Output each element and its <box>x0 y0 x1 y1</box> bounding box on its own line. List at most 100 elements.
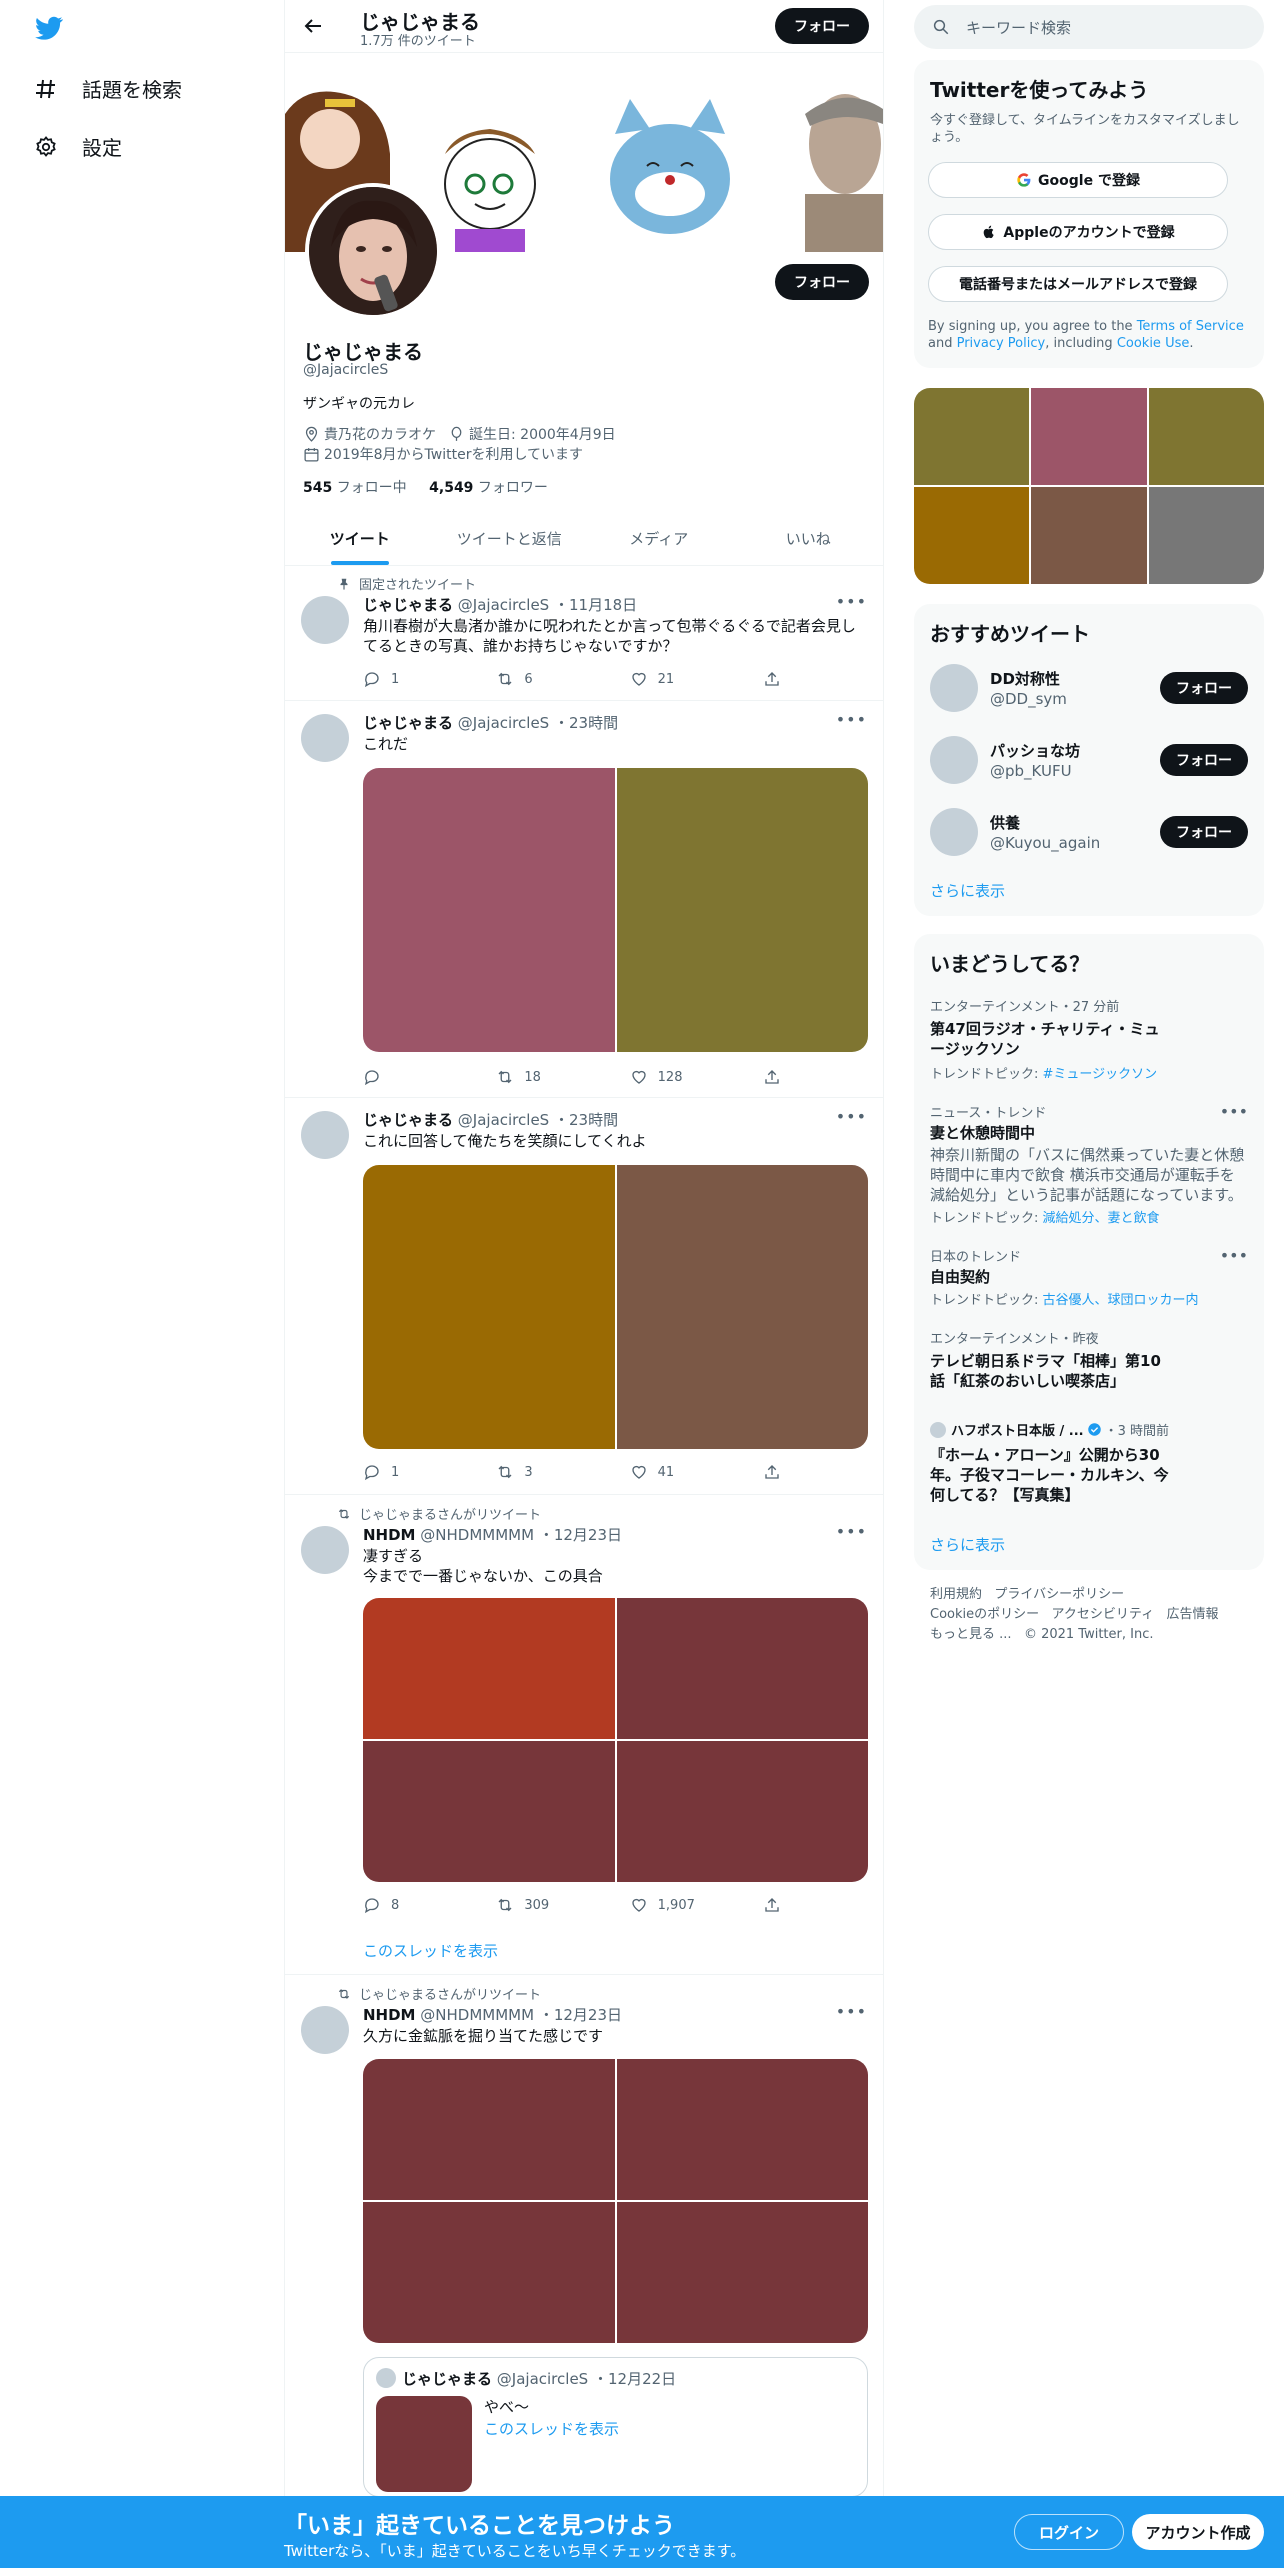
cookie-link[interactable]: Cookie Use <box>1117 336 1190 351</box>
tweet-retweeted[interactable]: じゃじゃまるさんがリツイート NHDM @NHDMMMMM ・12月23日 ••… <box>285 1496 883 1975</box>
header-follow-button[interactable]: フォロー <box>775 8 869 44</box>
media-grid-image[interactable] <box>914 388 1030 485</box>
trend-more-icon[interactable]: ••• <box>1220 1102 1248 1121</box>
more-options-icon[interactable]: ••• <box>836 592 867 611</box>
retweet-button[interactable]: 18 <box>496 1068 586 1086</box>
tab-media[interactable]: メディア <box>584 512 734 565</box>
like-button[interactable]: 41 <box>630 1463 720 1481</box>
share-button[interactable] <box>763 1896 793 1914</box>
tweet-avatar[interactable] <box>301 596 349 644</box>
nav-settings[interactable]: 設定 <box>34 132 122 161</box>
footer-link-accessibility[interactable]: アクセシビリティ <box>1052 1607 1155 1622</box>
footer-link-more[interactable]: もっと見る ... <box>930 1627 1012 1642</box>
recommended-follow-button[interactable]: フォロー <box>1160 672 1248 704</box>
tab-likes[interactable]: いいね <box>734 512 884 565</box>
tweet-avatar[interactable] <box>301 2006 349 2054</box>
media-image[interactable] <box>616 1741 868 1882</box>
nav-explore[interactable]: 話題を検索 <box>34 74 182 103</box>
quote-show-thread-link[interactable]: このスレッドを表示 <box>484 2418 619 2439</box>
share-button[interactable] <box>763 670 793 688</box>
media-grid-image[interactable] <box>914 487 1030 584</box>
trend-topic-link[interactable]: 古谷優人、球団ロッカー内 <box>1043 1293 1199 1308</box>
tweet-author-handle[interactable]: @JajacircleS <box>458 1111 549 1129</box>
share-button[interactable] <box>763 1068 793 1086</box>
quote-thumbnail[interactable] <box>376 2396 472 2492</box>
tweet-media[interactable] <box>363 1165 868 1449</box>
media-grid-image[interactable] <box>1031 487 1147 584</box>
trend-item[interactable]: エンターテインメント・昨夜 テレビ朝日系ドラマ「相棒」第10話「紅茶のおいしい喫… <box>930 1328 1248 1391</box>
followers-link[interactable]: 4,549 フォロワー <box>429 480 548 496</box>
more-options-icon[interactable]: ••• <box>836 2002 867 2021</box>
search-box[interactable]: キーワード検索 <box>914 5 1264 49</box>
media-image[interactable] <box>616 2059 868 2200</box>
tweet-media[interactable] <box>363 2059 868 2343</box>
like-button[interactable]: 1,907 <box>630 1896 720 1914</box>
reply-button[interactable]: 1 <box>363 1463 453 1481</box>
tweet-media[interactable] <box>363 768 868 1052</box>
media-image[interactable] <box>363 2059 615 2200</box>
trends-more-link[interactable]: さらに表示 <box>930 1534 1005 1555</box>
show-thread-link[interactable]: このスレッドを表示 <box>363 1940 498 1961</box>
media-image[interactable] <box>363 2202 615 2343</box>
reply-button[interactable]: 8 <box>363 1896 453 1914</box>
signup-button[interactable]: アカウント作成 <box>1132 2514 1264 2550</box>
tweet-author-name[interactable]: じゃじゃまる <box>363 596 453 614</box>
media-image[interactable] <box>363 1741 615 1882</box>
terms-link[interactable]: Terms of Service <box>1137 319 1244 334</box>
tweet-author-handle[interactable]: @NHDMMMMM <box>420 1526 534 1544</box>
tweet-author-name[interactable]: じゃじゃまる <box>363 714 453 732</box>
more-options-icon[interactable]: ••• <box>836 1107 867 1126</box>
tweet-author-name[interactable]: じゃじゃまる <box>363 1111 453 1129</box>
tweet-author-handle[interactable]: @JajacircleS <box>458 596 549 614</box>
footer-link-ads[interactable]: 広告情報 <box>1167 1607 1219 1622</box>
tweet-author-name[interactable]: NHDM <box>363 2006 416 2024</box>
retweet-button[interactable]: 6 <box>496 670 586 688</box>
media-grid-image[interactable] <box>1148 487 1264 584</box>
media-image[interactable] <box>616 1598 868 1739</box>
tweet-author-name[interactable]: NHDM <box>363 1526 416 1544</box>
privacy-link[interactable]: Privacy Policy <box>957 336 1046 351</box>
media-image[interactable] <box>363 1598 615 1739</box>
like-button[interactable]: 21 <box>630 670 720 688</box>
back-arrow-icon[interactable] <box>301 14 325 38</box>
tab-tweets-replies[interactable]: ツイートと返信 <box>435 512 585 565</box>
footer-link-terms[interactable]: 利用規約 <box>930 1587 982 1602</box>
retweet-button[interactable]: 309 <box>496 1896 586 1914</box>
following-link[interactable]: 545 フォロー中 <box>303 480 407 496</box>
trend-topic-link[interactable]: #ミュージックソン <box>1043 1067 1158 1082</box>
tweet-time[interactable]: ・23時間 <box>554 714 618 732</box>
tweet-retweeted[interactable]: じゃじゃまるさんがリツイート NHDM @NHDMMMMM ・12月23日 ••… <box>285 1976 883 2497</box>
footer-link-cookie[interactable]: Cookieのポリシー <box>930 1607 1039 1622</box>
media-image[interactable] <box>616 768 868 1052</box>
media-image[interactable] <box>363 768 615 1052</box>
recommended-account[interactable]: DD対称性 @DD_sym フォロー <box>930 662 1248 714</box>
google-signup-button[interactable]: Google で登録 <box>928 162 1228 198</box>
profile-avatar[interactable] <box>305 183 441 319</box>
media-image[interactable] <box>616 1165 868 1449</box>
tweet-avatar[interactable] <box>301 1526 349 1574</box>
tweet[interactable]: じゃじゃまる @JajacircleS ・23時間 ••• これに回答して俺たち… <box>285 1099 883 1495</box>
tweet-avatar[interactable] <box>301 1111 349 1159</box>
recommend-more-link[interactable]: さらに表示 <box>930 880 1005 901</box>
recommended-follow-button[interactable]: フォロー <box>1160 744 1248 776</box>
tweet-time[interactable]: ・23時間 <box>554 1111 618 1129</box>
trend-topic-link[interactable]: 減給処分、妻と飲食 <box>1043 1211 1160 1226</box>
trend-item[interactable]: エンターテインメント・27 分前 第47回ラジオ・チャリティ・ミュージックソン … <box>930 996 1248 1082</box>
apple-signup-button[interactable]: Appleのアカウントで登録 <box>928 214 1228 250</box>
media-image[interactable] <box>363 1165 615 1449</box>
tweet-time[interactable]: ・12月23日 <box>539 1526 622 1544</box>
media-grid-image[interactable] <box>1031 388 1147 485</box>
footer-link-privacy[interactable]: プライバシーポリシー <box>994 1587 1124 1602</box>
tweet-author-handle[interactable]: @NHDMMMMM <box>420 2006 534 2024</box>
tweet-media[interactable] <box>363 1598 868 1882</box>
trend-item[interactable]: 日本のトレンド 自由契約 トレンドトピック: 古谷優人、球団ロッカー内 <box>930 1246 1248 1308</box>
more-options-icon[interactable]: ••• <box>836 1522 867 1541</box>
tab-tweets[interactable]: ツイート <box>285 512 435 565</box>
tweet[interactable]: じゃじゃまる @JajacircleS ・23時間 ••• これだ 18 128 <box>285 702 883 1098</box>
profile-follow-button[interactable]: フォロー <box>775 264 869 300</box>
login-button[interactable]: ログイン <box>1014 2514 1124 2550</box>
trend-more-icon[interactable]: ••• <box>1220 1246 1248 1265</box>
tweet-avatar[interactable] <box>301 714 349 762</box>
tweet-time[interactable]: ・11月18日 <box>554 596 637 614</box>
retweet-button[interactable]: 3 <box>496 1463 586 1481</box>
